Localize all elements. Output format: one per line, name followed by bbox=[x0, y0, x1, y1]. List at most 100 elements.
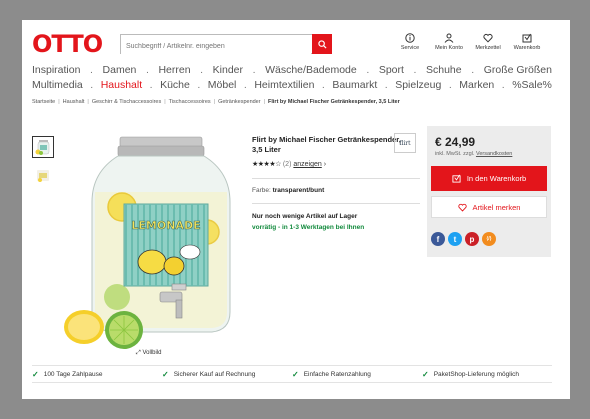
search-input[interactable] bbox=[121, 37, 311, 56]
nav-item-möbel[interactable]: Möbel bbox=[208, 79, 237, 91]
nav-separator: . bbox=[471, 64, 475, 76]
nav-separator: . bbox=[145, 64, 149, 76]
add-to-cart-button[interactable]: In den Warenkorb bbox=[431, 166, 547, 191]
heart-icon bbox=[483, 33, 493, 43]
checkmark-icon: ✓ bbox=[32, 369, 39, 379]
color-value: transparent/bunt bbox=[272, 187, 325, 194]
chevron-right-icon: › bbox=[323, 161, 327, 168]
checkmark-icon: ✓ bbox=[162, 369, 169, 379]
nav-item--sale-[interactable]: %Sale% bbox=[512, 79, 552, 91]
color-label: Farbe: bbox=[252, 187, 271, 194]
fullscreen-button[interactable]: ⤢ Vollbild bbox=[134, 349, 164, 358]
thumbnail-image bbox=[35, 140, 50, 155]
benefit-item: ✓ Sicherer Kauf auf Rechnung bbox=[162, 370, 292, 379]
benefits-bar: ✓ 100 Tage Zahlpause ✓ Sicherer Kauf auf Re… bbox=[32, 365, 552, 383]
nav-separator: . bbox=[200, 64, 204, 76]
stock-status: Nur noch wenige Artikel auf Lager bbox=[252, 213, 358, 220]
breadcrumb-separator: | bbox=[87, 99, 89, 105]
facebook-icon[interactable]: f bbox=[431, 232, 445, 246]
nav-item-multimedia[interactable]: Multimedia bbox=[32, 79, 83, 91]
nav-separator: . bbox=[90, 79, 94, 91]
color-info: Farbe: transparent/bunt bbox=[252, 187, 324, 194]
user-icon bbox=[444, 33, 454, 43]
breadcrumb-current: Flirt by Michael Fischer Getränkespender… bbox=[268, 99, 400, 105]
thumbnail-1[interactable] bbox=[32, 136, 54, 158]
wishlist-label: Merkzettel bbox=[475, 45, 501, 51]
nav-separator: . bbox=[90, 64, 93, 76]
nav-item-baumarkt[interactable]: Baumarkt bbox=[332, 79, 377, 91]
nav-item-kinder[interactable]: Kinder bbox=[213, 64, 243, 76]
breadcrumb-separator: | bbox=[164, 99, 166, 105]
rating-stars: ★★★★☆ bbox=[252, 161, 281, 168]
checkmark-icon: ✓ bbox=[292, 369, 299, 379]
nav-separator: . bbox=[197, 79, 201, 91]
brand-logo[interactable]: flirt bbox=[394, 133, 416, 153]
benefit-item: ✓ Einfache Ratenzahlung bbox=[292, 370, 422, 379]
nav-item-spielzeug[interactable]: Spielzeug bbox=[395, 79, 441, 91]
vat-note: inkl. MwSt. zzgl. Versandkosten bbox=[435, 151, 512, 157]
main-nav-row-2: Multimedia. Haushalt. Küche. Möbel. Heimtext… bbox=[32, 79, 552, 91]
share-icon[interactable]: ⟨/⟩ bbox=[482, 232, 496, 246]
nav-separator: . bbox=[243, 79, 247, 91]
product-page: OTTO Service Mein Konto Merkzettel Waren… bbox=[22, 20, 570, 399]
add-to-cart-label: In den Warenkorb bbox=[466, 174, 527, 183]
service-link[interactable]: Service bbox=[392, 33, 428, 51]
fullscreen-label: Vollbild bbox=[142, 350, 162, 356]
breadcrumb: Startseite | Haushalt | Geschirr & Tischacce… bbox=[32, 99, 400, 105]
product-title: Flirt by Michael Fischer Getränkespender… bbox=[252, 135, 401, 154]
nav-item-herren[interactable]: Herren bbox=[158, 64, 190, 76]
product-rating: ★★★★☆ (2) anzeigen › bbox=[252, 160, 326, 168]
heart-icon bbox=[457, 203, 467, 212]
shipping-costs-link[interactable]: Versandkosten bbox=[476, 151, 512, 157]
cart-icon bbox=[522, 33, 532, 43]
breadcrumb-separator: | bbox=[263, 99, 266, 105]
account-link[interactable]: Mein Konto bbox=[431, 33, 467, 51]
nav-item-haushalt[interactable]: Haushalt bbox=[101, 79, 142, 91]
cart-link[interactable]: Warenkorb bbox=[509, 33, 545, 51]
nav-separator: . bbox=[149, 79, 153, 91]
breadcrumb-item[interactable]: Haushalt bbox=[63, 99, 85, 105]
benefit-label: Sicherer Kauf auf Rechnung bbox=[173, 370, 256, 378]
nav-separator: . bbox=[448, 79, 452, 91]
jar-label-text: LEMONADE bbox=[131, 219, 200, 232]
checkmark-icon: ✓ bbox=[422, 369, 429, 379]
nav-item-schuhe[interactable]: Schuhe bbox=[426, 64, 462, 76]
nav-item-heimtextilien[interactable]: Heimtextilien bbox=[254, 79, 314, 91]
breadcrumb-item[interactable]: Getränkespender bbox=[218, 99, 261, 105]
nav-separator: . bbox=[252, 64, 256, 76]
service-label: Service bbox=[400, 45, 420, 51]
add-to-wishlist-label: Artikel merken bbox=[472, 202, 521, 212]
breadcrumb-item[interactable]: Startseite bbox=[32, 99, 55, 105]
nav-separator: . bbox=[384, 79, 388, 91]
nav-item-küche[interactable]: Küche bbox=[160, 79, 190, 91]
breadcrumb-item[interactable]: Geschirr & Tischaccessoires bbox=[92, 99, 161, 105]
search-bar[interactable] bbox=[120, 34, 332, 56]
thumbnail-image bbox=[37, 170, 49, 182]
thumbnail-2[interactable] bbox=[32, 165, 54, 187]
benefit-item: ✓ 100 Tage Zahlpause bbox=[32, 370, 162, 379]
cart-label: Warenkorb bbox=[513, 45, 541, 51]
product-image[interactable]: LEMONADE bbox=[62, 132, 238, 360]
benefit-label: Einfache Ratenzahlung bbox=[303, 370, 371, 378]
twitter-icon[interactable]: t bbox=[448, 232, 462, 246]
search-button[interactable] bbox=[312, 34, 332, 54]
breadcrumb-item[interactable]: Tischaccessoires bbox=[169, 99, 211, 105]
price: € 24,99 bbox=[435, 135, 476, 149]
buy-box: € 24,99 inkl. MwSt. zzgl. Versandkosten … bbox=[427, 126, 551, 257]
account-label: Mein Konto bbox=[435, 45, 463, 51]
share-buttons: f t p ⟨/⟩ bbox=[431, 232, 496, 246]
rating-count: (2) bbox=[282, 161, 292, 168]
nav-item-marken[interactable]: Marken bbox=[459, 79, 494, 91]
nav-item-inspiration[interactable]: Inspiration bbox=[32, 64, 80, 76]
nav-item-sport[interactable]: Sport bbox=[379, 64, 404, 76]
add-to-wishlist-button[interactable]: Artikel merken bbox=[431, 196, 547, 218]
pinterest-icon[interactable]: p bbox=[465, 232, 479, 246]
wishlist-link[interactable]: Merkzettel bbox=[470, 33, 506, 51]
nav-item-damen[interactable]: Damen bbox=[103, 64, 137, 76]
nav-item-wäsche-bademode[interactable]: Wäsche/Bademode bbox=[265, 64, 357, 76]
ratings-link[interactable]: anzeigen bbox=[293, 161, 321, 168]
otto-logo[interactable]: OTTO bbox=[32, 30, 103, 58]
main-nav-row-1: Inspiration. Damen. Herren. Kinder. Wäsche/B… bbox=[32, 64, 552, 76]
nav-item-große-größen[interactable]: Große Größen bbox=[484, 64, 552, 76]
divider bbox=[252, 178, 420, 179]
